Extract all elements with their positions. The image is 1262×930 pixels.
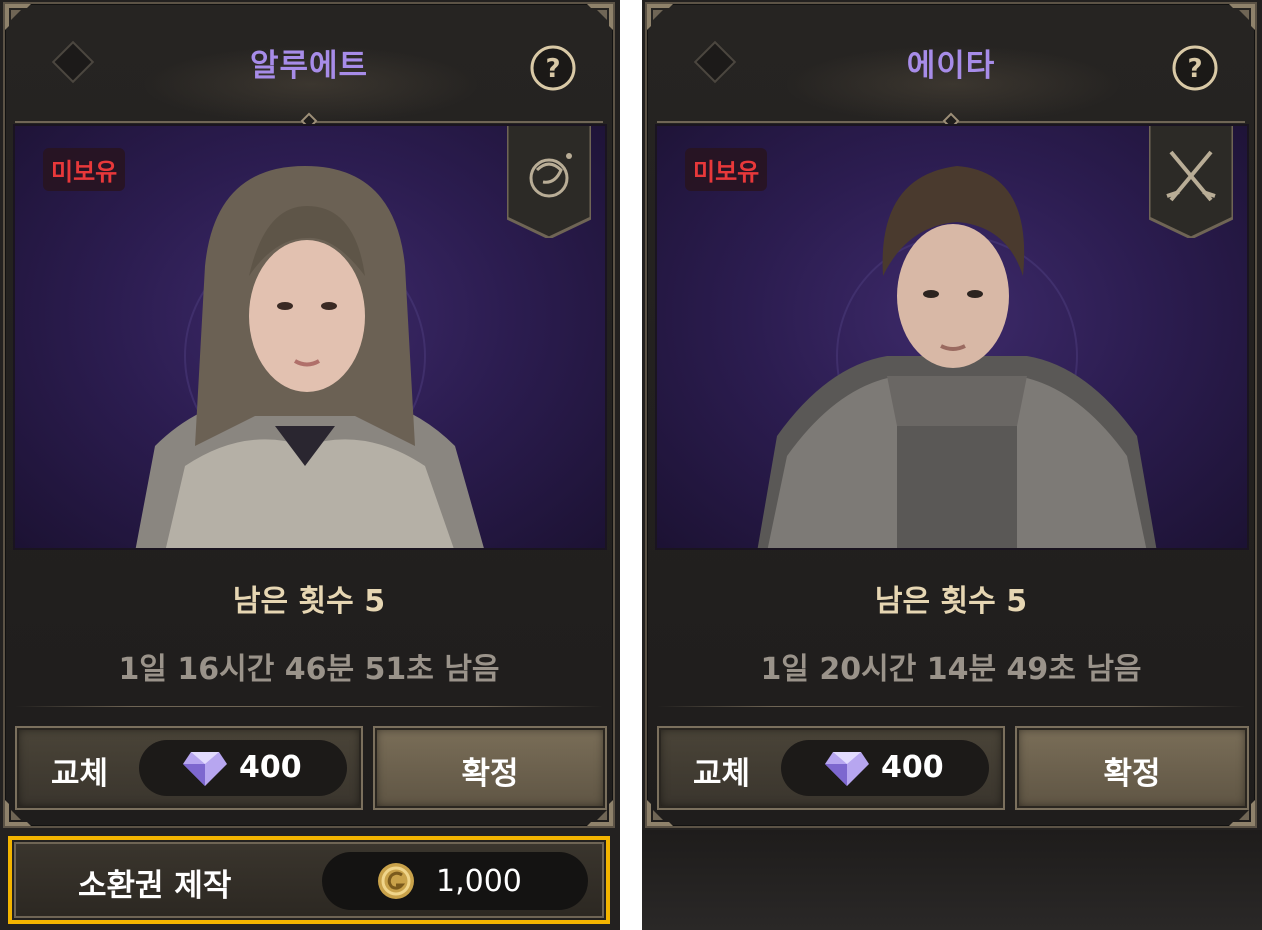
swap-button-label: 교체: [51, 756, 109, 792]
svg-text:?: ?: [1187, 54, 1202, 84]
swap-cost-value: 400: [239, 750, 302, 785]
craft-cost-pill: 1,000: [322, 852, 588, 910]
confirm-button-label: 확정: [461, 756, 519, 792]
remaining-count: 남은 횟수 5: [232, 584, 386, 619]
swap-button-label: 교체: [693, 756, 751, 792]
character-card-left: 알루에트 ? 미보유 남은 횟수 5 1일 16시간 46분 51초 남음 교체…: [3, 2, 615, 828]
confirm-button[interactable]: 확정: [373, 726, 607, 810]
swap-cost-value: 400: [881, 750, 944, 785]
confirm-button-label: 확정: [1103, 756, 1161, 792]
craft-cost-value: 1,000: [436, 864, 522, 899]
header-divider: [657, 112, 1245, 130]
header-divider: [15, 112, 603, 130]
footer-divider: [15, 706, 603, 707]
confirm-button[interactable]: 확정: [1015, 726, 1249, 810]
status-badge: 미보유: [685, 148, 768, 191]
svg-text:?: ?: [545, 54, 560, 84]
crossed-swords-icon: [1149, 126, 1233, 238]
ornament-corner-icon: [587, 4, 613, 30]
craft-summon-ticket-button[interactable]: 소환권 제작 1,000: [14, 842, 604, 918]
swap-cost-pill: 400: [781, 740, 989, 796]
character-name: 알루에트: [249, 48, 369, 84]
footer-divider: [657, 706, 1245, 707]
time-remaining: 1일 16시간 46분 51초 남음: [118, 652, 500, 687]
character-portrait[interactable]: 미보유: [13, 124, 607, 550]
character-card-right: 에이타 ? 미보유 남은 횟수 5 1일 20시간 14분 49초 남음 교체: [645, 2, 1257, 828]
swap-button[interactable]: 교체 400: [657, 726, 1005, 810]
ornament-corner-icon: [1229, 4, 1255, 30]
swap-button[interactable]: 교체 400: [15, 726, 363, 810]
orb-spiral-icon: [507, 126, 591, 238]
status-badge: 미보유: [43, 148, 126, 191]
diamond-gem-icon: [183, 752, 227, 786]
gold-coin-icon: [378, 863, 414, 899]
craft-button-label: 소환권 제작: [78, 868, 232, 904]
swap-cost-pill: 400: [139, 740, 347, 796]
help-button[interactable]: ?: [1171, 44, 1219, 92]
diamond-gem-icon: [825, 752, 869, 786]
ornament-corner-icon: [5, 4, 31, 30]
help-button[interactable]: ?: [529, 44, 577, 92]
character-portrait[interactable]: 미보유: [655, 124, 1249, 550]
character-name: 에이타: [906, 48, 996, 84]
time-remaining: 1일 20시간 14분 49초 남음: [760, 652, 1142, 687]
remaining-count: 남은 횟수 5: [874, 584, 1028, 619]
ornament-corner-icon: [647, 4, 673, 30]
